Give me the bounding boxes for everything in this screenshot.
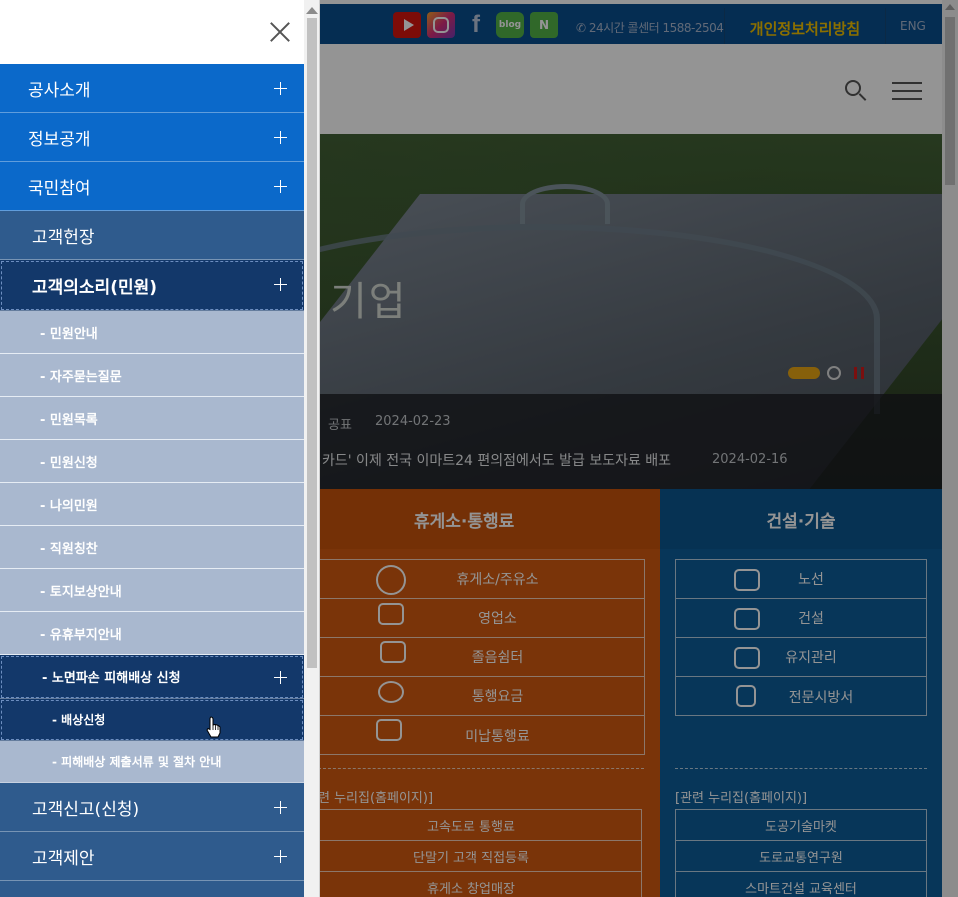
- submenu-item-compensation-documents[interactable]: - 피해배상 제출서류 및 절차 안내: [0, 741, 304, 783]
- side-menu-drawer: 공사소개 정보공개 국민참여 고객헌장 고객의소리(민원) - 민원안내 - 자…: [0, 0, 320, 897]
- menu-item-info-disclosure[interactable]: 정보공개: [0, 113, 304, 162]
- plus-icon[interactable]: [274, 850, 288, 864]
- menu-item-more[interactable]: [0, 881, 304, 897]
- menu-item-customer-voice[interactable]: 고객의소리(민원): [0, 260, 304, 311]
- submenu-item-my-complaints[interactable]: - 나의민원: [0, 483, 304, 526]
- submenu-item-complaint-guide[interactable]: - 민원안내: [0, 311, 304, 354]
- submenu-item-faq[interactable]: - 자주묻는질문: [0, 354, 304, 397]
- submenu-item-land-compensation[interactable]: - 토지보상안내: [0, 569, 304, 612]
- submenu-item-complaint-apply[interactable]: - 민원신청: [0, 440, 304, 483]
- submenu-item-idle-land[interactable]: - 유휴부지안내: [0, 612, 304, 655]
- plus-icon[interactable]: [274, 82, 288, 96]
- menu-item-customer-charter[interactable]: 고객헌장: [0, 211, 304, 260]
- menu-item-customer-suggestion[interactable]: 고객제안: [0, 832, 304, 881]
- scroll-up-arrow-icon[interactable]: [306, 7, 318, 14]
- drawer-header: [0, 0, 304, 64]
- submenu-item-complaint-list[interactable]: - 민원목록: [0, 397, 304, 440]
- plus-icon[interactable]: [274, 278, 288, 292]
- drawer-scrollbar-thumb[interactable]: [307, 18, 317, 668]
- close-icon[interactable]: [268, 20, 292, 44]
- menu-item-public-participation[interactable]: 국민참여: [0, 162, 304, 211]
- submenu-item-road-damage-compensation[interactable]: - 노면파손 피해배상 신청: [0, 655, 304, 699]
- submenu-item-compensation-apply[interactable]: - 배상신청: [0, 699, 304, 741]
- menu-item-customer-report[interactable]: 고객신고(신청): [0, 783, 304, 832]
- plus-icon[interactable]: [274, 801, 288, 815]
- plus-icon[interactable]: [274, 180, 288, 194]
- plus-icon[interactable]: [274, 131, 288, 145]
- plus-icon[interactable]: [274, 671, 288, 685]
- menu-item-company-intro[interactable]: 공사소개: [0, 64, 304, 113]
- hand-cursor-icon: [206, 716, 221, 738]
- submenu-item-staff-praise[interactable]: - 직원칭찬: [0, 526, 304, 569]
